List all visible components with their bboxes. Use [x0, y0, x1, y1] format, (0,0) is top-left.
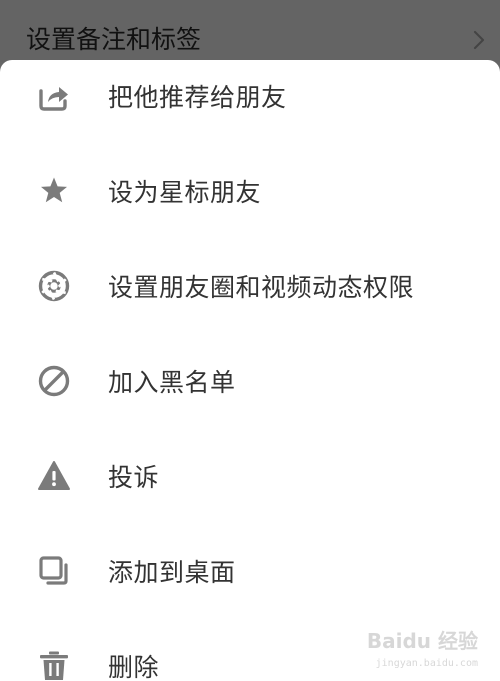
trash-icon — [37, 649, 71, 681]
menu-item-star-friend[interactable]: 设为星标朋友 — [0, 143, 500, 239]
menu-item-recommend[interactable]: 把他推荐给朋友 — [0, 60, 500, 144]
chevron-right-icon — [473, 30, 485, 50]
menu-item-label: 把他推荐给朋友 — [108, 83, 287, 112]
menu-item-label: 设置朋友圈和视频动态权限 — [108, 273, 415, 302]
warning-icon — [37, 459, 71, 493]
menu-item-label: 设为星标朋友 — [108, 178, 262, 207]
menu-item-label: 加入黑名单 — [108, 368, 236, 397]
menu-item-add-to-desktop[interactable]: 添加到桌面 — [0, 523, 500, 619]
menu-item-label: 删除 — [108, 653, 160, 681]
menu-item-label: 投诉 — [108, 463, 160, 492]
menu-item-moments-permission[interactable]: 设置朋友圈和视频动态权限 — [0, 238, 500, 334]
menu-item-blacklist[interactable]: 加入黑名单 — [0, 333, 500, 429]
menu-item-label: 添加到桌面 — [108, 558, 236, 587]
baidu-jingyan-watermark: Baidu 经验 jingyan.baidu.com — [362, 625, 482, 671]
background-settings-row: 设置备注和标签 — [0, 0, 500, 62]
aperture-icon — [37, 269, 71, 303]
action-sheet: 把他推荐给朋友 设为星标朋友 设置朋友圈和视频动态权限 加入黑名单 投诉 添加到… — [0, 60, 500, 681]
menu-item-report[interactable]: 投诉 — [0, 428, 500, 524]
background-row-title: 设置备注和标签 — [26, 25, 202, 54]
watermark-url: jingyan.baidu.com — [375, 658, 478, 669]
share-icon — [37, 79, 71, 113]
star-icon — [37, 174, 71, 208]
add-to-desktop-icon — [37, 554, 71, 588]
watermark-text: Baidu 经验 — [366, 629, 478, 653]
block-icon — [37, 364, 71, 398]
